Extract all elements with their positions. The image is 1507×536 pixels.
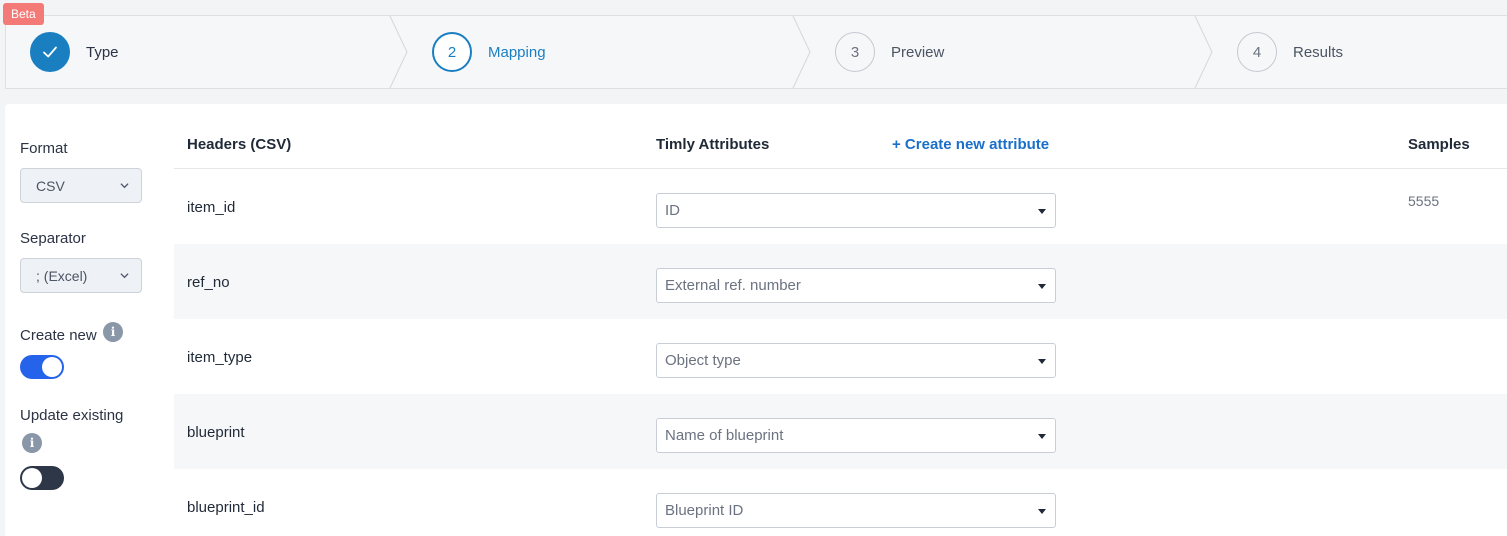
table-row: blueprint Name of blueprint (174, 394, 1507, 469)
csv-header-cell: item_id (187, 199, 236, 216)
step-mapping[interactable]: 2 Mapping (432, 16, 546, 88)
toggle-knob (22, 468, 42, 488)
step-separator-chevron (1194, 16, 1213, 88)
attribute-value: ID (665, 202, 680, 219)
attribute-select[interactable]: Name of blueprint (656, 418, 1056, 453)
format-select[interactable]: CSV (20, 168, 142, 203)
csv-header-cell: ref_no (187, 274, 230, 291)
chevron-down-icon (120, 183, 129, 189)
caret-down-icon (1038, 209, 1046, 214)
format-label: Format (20, 140, 68, 157)
table-row: item_id ID 5555 (174, 169, 1507, 244)
attribute-value: External ref. number (665, 277, 801, 294)
caret-down-icon (1038, 434, 1046, 439)
sample-value: 5555 (1408, 193, 1440, 209)
attribute-value: Object type (665, 352, 741, 369)
step-results[interactable]: 4 Results (1237, 16, 1343, 88)
attribute-select[interactable]: Object type (656, 343, 1056, 378)
toggle-knob (42, 357, 62, 377)
chevron-down-icon (120, 273, 129, 279)
update-existing-label: Update existing (20, 407, 124, 424)
caret-down-icon (1038, 509, 1046, 514)
mapping-table-header: Headers (CSV) Timly Attributes + Create … (174, 104, 1507, 169)
create-new-label: Create new (20, 327, 97, 344)
table-row: ref_no External ref. number (174, 244, 1507, 319)
step-type[interactable]: Type (30, 16, 119, 88)
attribute-select[interactable]: Blueprint ID (656, 493, 1056, 528)
create-attribute-link[interactable]: + Create new attribute (892, 136, 1049, 153)
separator-select[interactable]: ; (Excel) (20, 258, 142, 293)
csv-header-cell: item_type (187, 349, 253, 366)
beta-badge: Beta (3, 3, 44, 25)
attribute-value: Name of blueprint (665, 427, 784, 444)
create-new-toggle[interactable] (20, 355, 64, 379)
format-value: CSV (36, 177, 65, 194)
step-separator-chevron (389, 16, 408, 88)
step-label: Mapping (488, 43, 546, 61)
column-header-csv: Headers (CSV) (187, 136, 292, 153)
info-icon[interactable]: i (103, 322, 123, 342)
caret-down-icon (1038, 284, 1046, 289)
step-number: 2 (432, 32, 472, 72)
separator-label: Separator (20, 230, 86, 247)
update-existing-toggle[interactable] (20, 466, 64, 490)
csv-header-cell: blueprint (187, 424, 245, 441)
step-number: 4 (1237, 32, 1277, 72)
separator-value: ; (Excel) (36, 267, 88, 284)
table-row: item_type Object type (174, 319, 1507, 394)
column-header-attributes: Timly Attributes (656, 136, 770, 153)
mapping-panel: Format CSV Separator ; (Excel) Create ne… (5, 104, 1507, 536)
check-icon (30, 32, 70, 72)
step-label: Preview (891, 43, 945, 61)
step-separator-chevron (792, 16, 811, 88)
info-icon[interactable]: i (22, 433, 42, 453)
attribute-select[interactable]: ID (656, 193, 1056, 228)
attribute-select[interactable]: External ref. number (656, 268, 1056, 303)
step-preview[interactable]: 3 Preview (835, 16, 944, 88)
column-header-samples: Samples (1408, 136, 1470, 153)
csv-header-cell: blueprint_id (187, 499, 265, 516)
step-number: 3 (835, 32, 875, 72)
attribute-value: Blueprint ID (665, 502, 744, 519)
table-row: blueprint_id Blueprint ID (174, 469, 1507, 536)
caret-down-icon (1038, 359, 1046, 364)
step-label: Results (1293, 43, 1344, 61)
import-stepper: Type 2 Mapping 3 Preview 4 Results (5, 15, 1507, 89)
step-label: Type (86, 43, 119, 61)
